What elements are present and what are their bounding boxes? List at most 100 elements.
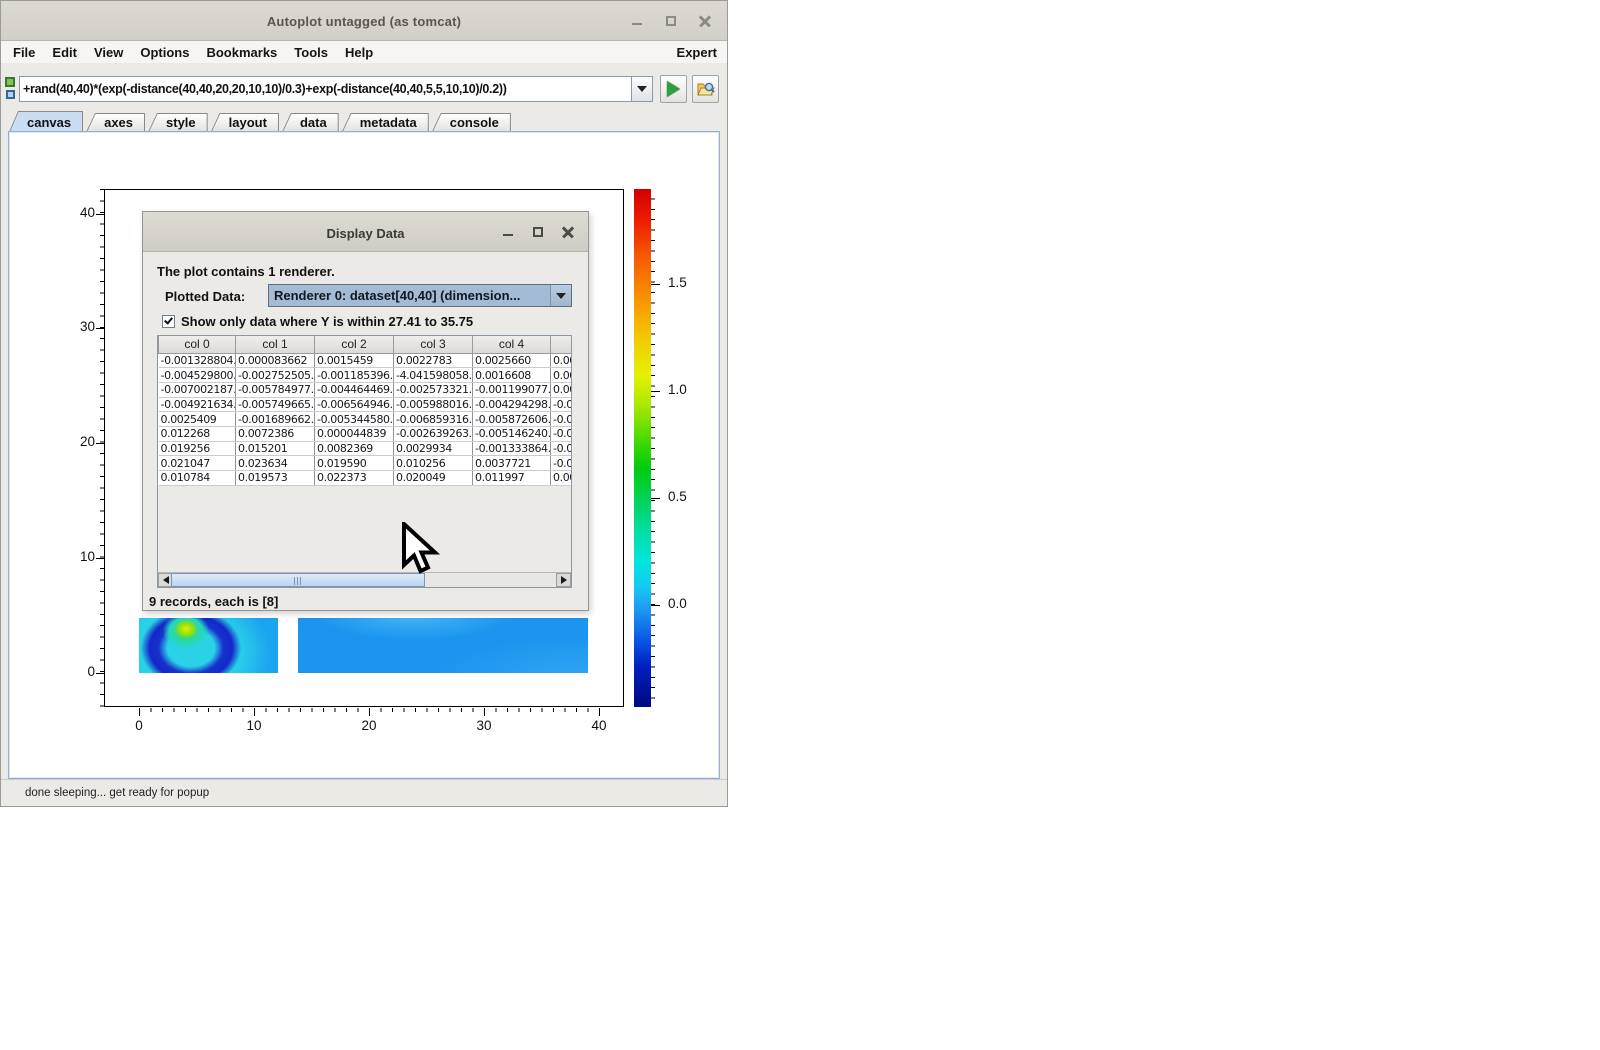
scrollbar-thumb[interactable] bbox=[171, 573, 425, 587]
column-header[interactable]: col 1 bbox=[236, 336, 315, 353]
datasource-status-green-icon bbox=[5, 77, 15, 87]
table-cell: 0.019573 bbox=[236, 471, 315, 486]
data-table-scrollpane: col 0col 1col 2col 3col 4 -0.001328804..… bbox=[157, 335, 572, 588]
plotted-data-label: Plotted Data: bbox=[165, 289, 245, 304]
table-cell: 0.00 bbox=[551, 368, 573, 383]
x-major-tick bbox=[254, 708, 255, 716]
table-cell: 0.000083662 bbox=[236, 353, 315, 368]
table-row[interactable]: -0.004529800...-0.002752505...-0.0011853… bbox=[159, 368, 573, 383]
window-title: Autoplot untagged (as tomcat) bbox=[1, 14, 727, 29]
y-major-tick bbox=[96, 328, 104, 329]
column-header[interactable]: col 2 bbox=[315, 336, 394, 353]
horizontal-scrollbar[interactable] bbox=[158, 572, 571, 587]
table-cell: 0.00 bbox=[551, 353, 573, 368]
table-cell: -0.004464469... bbox=[315, 382, 394, 397]
heatmap-visible-right-strip bbox=[298, 618, 588, 673]
tab-style[interactable]: style bbox=[148, 113, 208, 132]
minimize-icon[interactable] bbox=[631, 15, 643, 27]
go-button[interactable] bbox=[660, 75, 687, 103]
table-row[interactable]: 0.0107840.0195730.0223730.0200490.011997… bbox=[159, 471, 573, 486]
menu-bookmarks[interactable]: Bookmarks bbox=[206, 45, 277, 60]
column-header[interactable]: col 3 bbox=[394, 336, 473, 353]
uri-dropdown-button[interactable] bbox=[631, 76, 653, 102]
filter-y-checkbox[interactable] bbox=[162, 315, 175, 328]
close-icon[interactable] bbox=[699, 15, 711, 27]
column-header[interactable] bbox=[551, 336, 573, 353]
tab-data[interactable]: data bbox=[282, 113, 339, 132]
table-cell: 0.010256 bbox=[394, 456, 473, 471]
tab-label: style bbox=[166, 115, 196, 130]
table-cell: 0.0022783 bbox=[394, 353, 473, 368]
menu-view[interactable]: View bbox=[94, 45, 123, 60]
y-tick-label: 40 bbox=[61, 205, 95, 220]
plotted-data-value: Renderer 0: dataset[40,40] (dimension... bbox=[269, 285, 550, 306]
inspect-uri-button[interactable] bbox=[692, 75, 719, 103]
address-bar: +rand(40,40)*(exp(-distance(40,40,20,20,… bbox=[1, 63, 727, 111]
menu-edit[interactable]: Edit bbox=[52, 45, 77, 60]
table-cell: 0.00 bbox=[551, 471, 573, 486]
plotted-data-dropdown-button[interactable] bbox=[550, 285, 571, 306]
colorbar-tick-label: 1.5 bbox=[668, 275, 687, 290]
table-cell: -0.001689662... bbox=[236, 412, 315, 427]
table-cell: -0.005749665... bbox=[236, 397, 315, 412]
data-table: col 0col 1col 2col 3col 4 -0.001328804..… bbox=[158, 336, 572, 486]
table-cell: 0.023634 bbox=[236, 456, 315, 471]
mouse-cursor-icon bbox=[400, 522, 440, 578]
table-row[interactable]: 0.0192560.0152010.00823690.0029934-0.001… bbox=[159, 441, 573, 456]
menu-expert[interactable]: Expert bbox=[677, 45, 717, 60]
tab-bar: canvas axes style layoutdata metadata console bbox=[1, 111, 727, 132]
table-cell: -0.005988016... bbox=[394, 397, 473, 412]
table-cell: -0.005784977... bbox=[236, 382, 315, 397]
dialog-minimize-icon[interactable] bbox=[502, 226, 514, 238]
tab-label: metadata bbox=[360, 115, 417, 130]
table-cell: 0.0015459 bbox=[315, 353, 394, 368]
table-cell: 0.010784 bbox=[159, 471, 236, 486]
table-row[interactable]: 0.0025409-0.001689662...-0.005344580...-… bbox=[159, 412, 573, 427]
table-row[interactable]: 0.0210470.0236340.0195900.0102560.003772… bbox=[159, 456, 573, 471]
maximize-icon[interactable] bbox=[665, 15, 677, 27]
scroll-right-button[interactable] bbox=[556, 573, 571, 587]
y-major-tick bbox=[96, 214, 104, 215]
y-major-tick bbox=[96, 558, 104, 559]
dialog-close-icon[interactable] bbox=[562, 226, 574, 238]
menubar-items: File Edit View Options Bookmarks Tools Help bbox=[13, 45, 373, 60]
table-cell: -0.004294298... bbox=[473, 397, 551, 412]
checkmark-icon bbox=[164, 315, 173, 324]
table-cell: -0.006859316... bbox=[394, 412, 473, 427]
colorbar-major-tick bbox=[651, 391, 660, 392]
tab-label: axes bbox=[104, 115, 133, 130]
table-cell: 0.019256 bbox=[159, 441, 236, 456]
plotted-data-select[interactable]: Renderer 0: dataset[40,40] (dimension... bbox=[268, 284, 572, 307]
colorbar-tick-label: 0.5 bbox=[668, 489, 687, 504]
titlebar[interactable]: Autoplot untagged (as tomcat) bbox=[1, 1, 727, 41]
menu-help[interactable]: Help bbox=[345, 45, 373, 60]
menu-options[interactable]: Options bbox=[140, 45, 189, 60]
table-row[interactable]: -0.007002187...-0.005784977...-0.0044644… bbox=[159, 382, 573, 397]
column-header[interactable]: col 4 bbox=[473, 336, 551, 353]
tab-console[interactable]: console bbox=[432, 113, 511, 132]
colorbar bbox=[634, 189, 651, 707]
tab-layout[interactable]: layout bbox=[211, 113, 279, 132]
tab-metadata[interactable]: metadata bbox=[342, 113, 429, 132]
tab-canvas[interactable]: canvas bbox=[9, 111, 83, 132]
x-major-tick bbox=[369, 708, 370, 716]
table-cell: 0.019590 bbox=[315, 456, 394, 471]
menu-file[interactable]: File bbox=[13, 45, 35, 60]
table-row[interactable]: 0.0122680.00723860.000044839-0.002639263… bbox=[159, 426, 573, 441]
column-header[interactable]: col 0 bbox=[159, 336, 236, 353]
dialog-maximize-icon[interactable] bbox=[532, 226, 544, 238]
tab-axes[interactable]: axes bbox=[86, 113, 145, 132]
uri-input[interactable]: +rand(40,40)*(exp(-distance(40,40,20,20,… bbox=[19, 76, 631, 102]
table-cell: 0.022373 bbox=[315, 471, 394, 486]
status-bar: done sleeping... get ready for popup bbox=[1, 779, 727, 806]
y-tick-label: 0 bbox=[61, 664, 95, 679]
table-cell: -0.0 bbox=[551, 426, 573, 441]
table-cell: 0.0025409 bbox=[159, 412, 236, 427]
table-cell: 0.0029934 bbox=[394, 441, 473, 456]
table-row[interactable]: -0.004921634...-0.005749665...-0.0065649… bbox=[159, 397, 573, 412]
renderer-count-text: The plot contains 1 renderer. bbox=[157, 264, 335, 279]
display-data-dialog: Display Data The plot contains 1 rendere… bbox=[142, 211, 589, 611]
dialog-titlebar[interactable]: Display Data bbox=[143, 212, 588, 252]
table-row[interactable]: -0.001328804...0.0000836620.00154590.002… bbox=[159, 353, 573, 368]
menu-tools[interactable]: Tools bbox=[294, 45, 328, 60]
